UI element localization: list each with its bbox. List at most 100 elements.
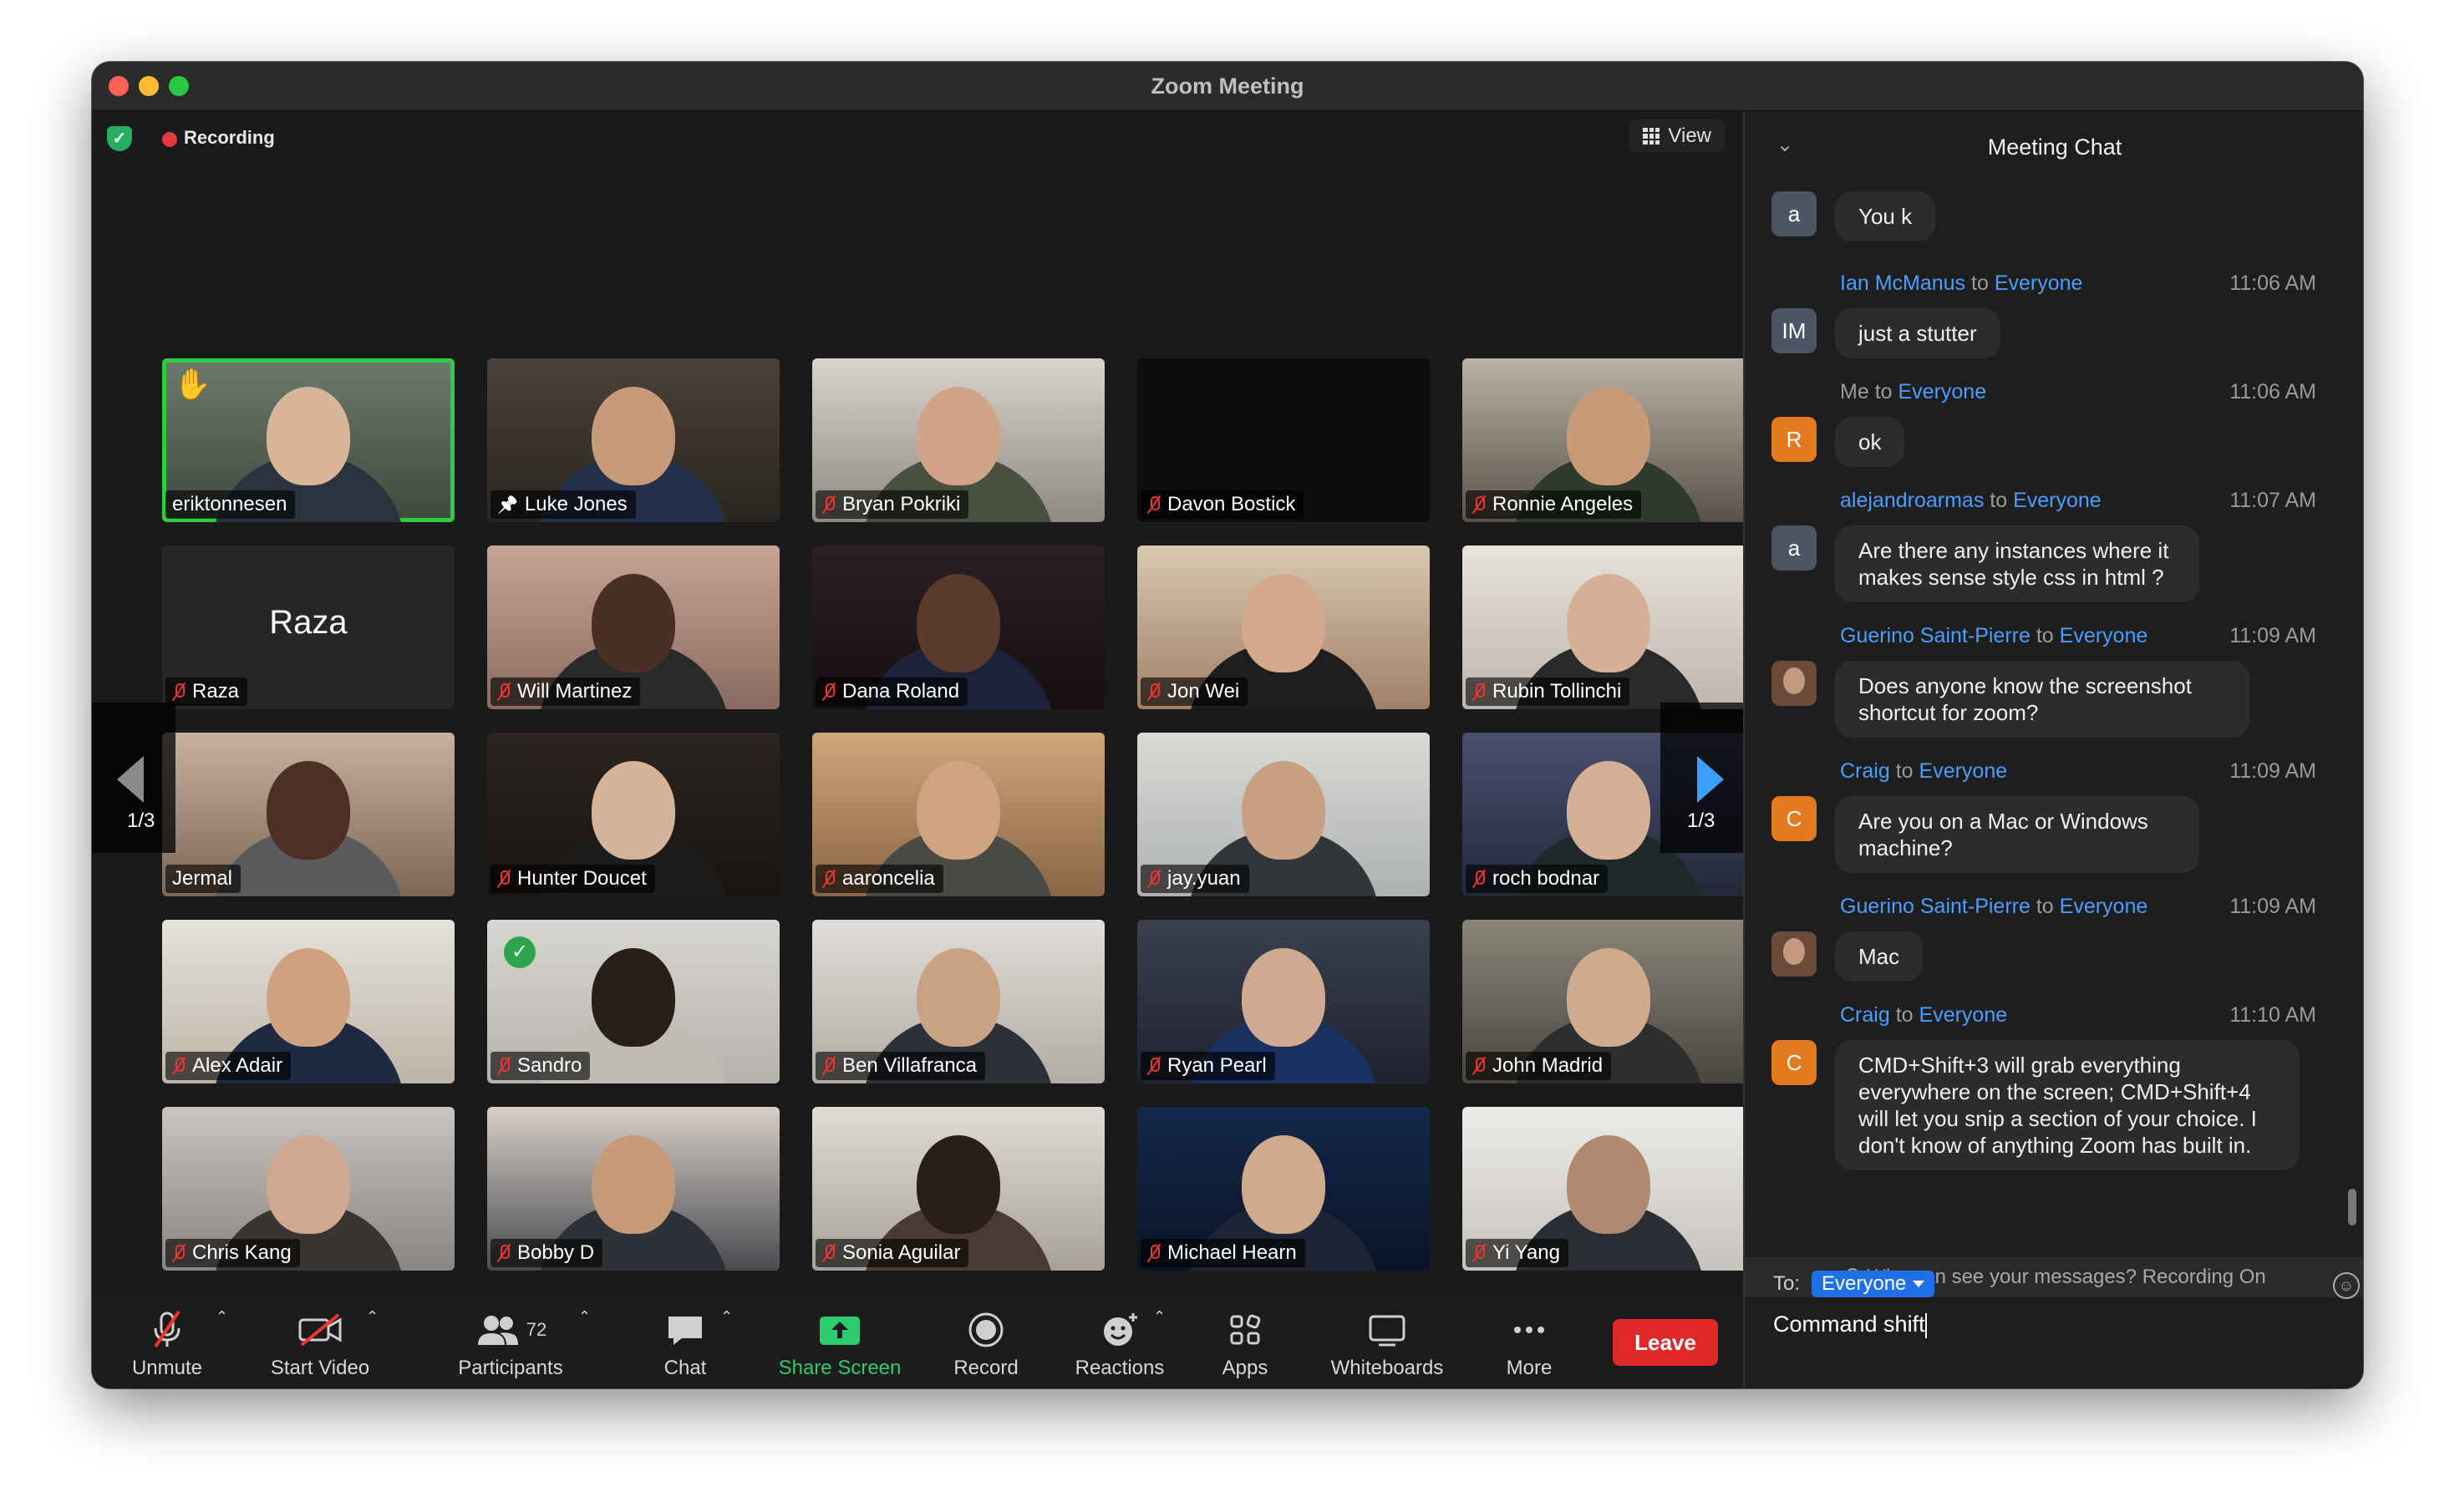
message-bubble[interactable]: Are there any instances where it makes s… — [1835, 525, 2199, 602]
participant-name-tag: Yi Yang — [1466, 1239, 1568, 1267]
sender-name[interactable]: Craig — [1840, 759, 1890, 783]
sender-name[interactable]: Guerino Saint-Pierre — [1840, 895, 2031, 918]
recipient-name[interactable]: Everyone — [1919, 1003, 2008, 1027]
recipient-name[interactable]: Everyone — [1995, 271, 2083, 295]
apps-button[interactable]: Apps — [1195, 1308, 1295, 1383]
participants-button[interactable]: 72 Participants — [431, 1308, 590, 1383]
participant-tile[interactable]: Hunter Doucet — [487, 733, 780, 896]
recipient-name[interactable]: Everyone — [2060, 895, 2148, 918]
view-button[interactable]: View — [1629, 119, 1725, 153]
recording-dot-icon — [162, 132, 177, 147]
mic-muted-icon — [1147, 870, 1161, 888]
window-title: Zoom Meeting — [1151, 74, 1304, 99]
participant-tile[interactable]: Michael Hearn — [1137, 1107, 1430, 1271]
emoji-icon[interactable]: ☺ — [2333, 1272, 2360, 1299]
chat-options-caret[interactable]: ⌃ — [720, 1308, 733, 1326]
participant-tile[interactable]: 📌 Luke Jones — [487, 358, 780, 522]
video-options-caret[interactable]: ⌃ — [366, 1308, 379, 1326]
participant-name-tag: Bryan Pokriki — [816, 490, 969, 519]
sender-name[interactable]: Guerino Saint-Pierre — [1840, 624, 2031, 647]
message-bubble[interactable]: Does anyone know the screenshot shortcut… — [1835, 661, 2249, 738]
participant-name-tag: roch bodnar — [1466, 865, 1609, 893]
leave-button[interactable]: Leave — [1613, 1319, 1718, 1366]
participant-tile[interactable]: ✓ Sandro — [487, 920, 780, 1083]
participant-tile[interactable]: Alex Adair — [162, 920, 455, 1083]
avatar[interactable]: R — [1771, 417, 1817, 462]
participant-tile[interactable]: Bobby D — [487, 1107, 780, 1271]
message-bubble[interactable]: CMD+Shift+3 will grab everything everywh… — [1835, 1040, 2300, 1170]
participant-tile[interactable]: Ryan Pearl — [1137, 920, 1430, 1083]
participant-tile[interactable]: Bryan Pokriki — [812, 358, 1105, 522]
participant-tile[interactable]: Yi Yang — [1462, 1107, 1755, 1271]
participants-icon — [477, 1316, 518, 1345]
chat-icon — [668, 1317, 702, 1345]
avatar-photo[interactable] — [1771, 661, 1817, 706]
mic-muted-icon — [497, 1244, 511, 1262]
recipient-value: Everyone — [1822, 1272, 1907, 1295]
sender-name[interactable]: Me — [1840, 380, 1869, 403]
sender-name[interactable]: Ian McManus — [1840, 271, 1965, 295]
participants-options-caret[interactable]: ⌃ — [578, 1308, 591, 1326]
message-bubble[interactable]: Are you on a Mac or Windows machine? — [1835, 796, 2199, 873]
participant-tile[interactable]: Will Martinez — [487, 545, 780, 709]
recipient-name[interactable]: Everyone — [1919, 759, 2008, 783]
message-time: 11:09 AM — [2229, 624, 2316, 647]
mic-muted-icon — [497, 682, 511, 701]
participant-tile[interactable]: Ronnie Angeles — [1462, 358, 1755, 522]
recipient-name[interactable]: Everyone — [1898, 380, 1987, 403]
next-page-button[interactable]: 1/3 — [1660, 703, 1744, 853]
shield-icon[interactable]: ✓ — [107, 126, 132, 151]
participant-tile[interactable]: Dana Roland — [812, 545, 1105, 709]
video-stage: ✓ Recording View ✋ eriktonnesen 📌 Luke Jone… — [92, 111, 1755, 1298]
chat-compose-input[interactable]: Command shift — [1773, 1312, 1927, 1338]
message-bubble[interactable]: just a stutter — [1835, 308, 2000, 358]
chat-message-list[interactable]: a You k IM Ian McManus to Everyone 11:06 AM j… — [1745, 180, 2338, 1257]
message-bubble[interactable]: Mac — [1835, 931, 1924, 982]
participant-tile[interactable]: Raza Raza — [162, 545, 455, 709]
participant-tile[interactable]: Rubin Tollinchi — [1462, 545, 1755, 709]
whiteboards-button[interactable]: Whiteboards — [1312, 1308, 1462, 1383]
record-button[interactable]: Record — [928, 1308, 1045, 1383]
avatar[interactable]: C — [1771, 1040, 1817, 1085]
participant-tile[interactable]: Ben Villafranca — [812, 920, 1105, 1083]
message-meta: Me to Everyone — [1840, 380, 1986, 404]
mic-muted-icon — [822, 1057, 836, 1075]
participant-tile[interactable]: Jon Wei — [1137, 545, 1430, 709]
reactions-options-caret[interactable]: ⌃ — [1153, 1308, 1166, 1326]
sender-name[interactable]: Craig — [1840, 1003, 1890, 1027]
avatar[interactable]: IM — [1771, 308, 1817, 353]
audio-options-caret[interactable]: ⌃ — [216, 1308, 228, 1326]
mic-muted-icon — [1472, 1057, 1486, 1075]
participant-tile[interactable]: John Madrid — [1462, 920, 1755, 1083]
mic-muted-icon — [1147, 1057, 1161, 1075]
message-bubble[interactable]: You k — [1835, 191, 1936, 241]
more-button[interactable]: More — [1479, 1308, 1579, 1383]
avatar[interactable]: a — [1771, 191, 1817, 236]
participant-tile[interactable]: Davon Bostick — [1137, 358, 1430, 522]
participant-tile[interactable]: Chris Kang — [162, 1107, 455, 1271]
avatar[interactable]: a — [1771, 525, 1817, 571]
participant-tile[interactable]: ✋ eriktonnesen — [162, 358, 455, 522]
participant-name: Chris Kang — [192, 1241, 292, 1264]
share-screen-button[interactable]: Share Screen — [760, 1308, 919, 1383]
recipient-name[interactable]: Everyone — [2060, 624, 2148, 647]
more-label: More — [1506, 1357, 1553, 1379]
zoom-window: Zoom Meeting ✓ Recording View ✋ eriktonne… — [92, 62, 2363, 1388]
message-bubble[interactable]: ok — [1835, 417, 1905, 467]
recipient-dropdown[interactable]: Everyone — [1812, 1271, 1935, 1297]
participant-tile[interactable]: jay.yuan — [1137, 733, 1430, 896]
participant-video — [1242, 1135, 1325, 1234]
participant-name-tag: Alex Adair — [165, 1052, 292, 1080]
participant-tile[interactable]: aaroncelia — [812, 733, 1105, 896]
recipient-name[interactable]: Everyone — [2013, 489, 2102, 512]
mic-muted-icon — [172, 1057, 186, 1075]
avatar-photo[interactable] — [1771, 931, 1817, 977]
message-time: 11:09 AM — [2229, 759, 2316, 783]
participant-tile[interactable]: Sonia Aguilar — [812, 1107, 1105, 1271]
chat-scrollbar[interactable] — [2348, 1189, 2356, 1225]
avatar[interactable]: C — [1771, 796, 1817, 841]
reactions-label: Reactions — [1075, 1357, 1165, 1379]
sender-name[interactable]: alejandroarmas — [1840, 489, 1984, 512]
prev-page-button[interactable]: 1/3 — [92, 703, 175, 853]
participant-name: Sonia Aguilar — [842, 1241, 961, 1264]
